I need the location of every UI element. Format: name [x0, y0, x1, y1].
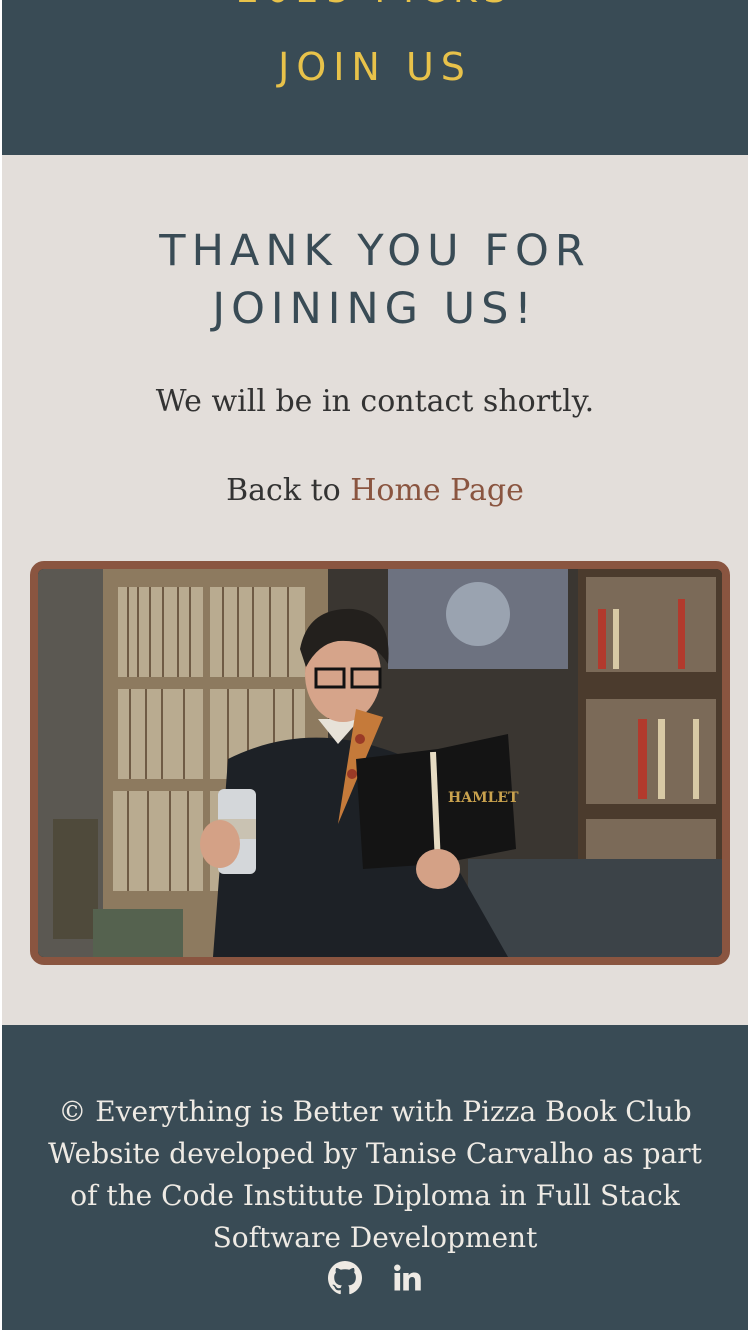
- site-footer: © Everything is Better with Pizza Book C…: [2, 1025, 748, 1330]
- book-title-text: HAMLET: [448, 790, 519, 806]
- nav-link-join-us[interactable]: JOIN US: [2, 45, 748, 89]
- social-links: [2, 1261, 748, 1299]
- github-icon[interactable]: [328, 1261, 363, 1299]
- hero-photo: HAMLET: [30, 561, 730, 965]
- back-prefix: Back to: [226, 473, 351, 508]
- footer-developer-credit: Website developed by Tanise Carvalho as …: [48, 1137, 702, 1254]
- footer-copyright: © Everything is Better with Pizza Book C…: [58, 1095, 692, 1128]
- page: 2023 PICKS JOIN US THANK YOU FOR JOINING…: [2, 0, 748, 1330]
- page-title: THANK YOU FOR JOINING US!: [2, 222, 748, 338]
- contact-message: We will be in contact shortly.: [155, 384, 595, 419]
- title-line-1: THANK YOU FOR: [159, 226, 591, 276]
- site-header: 2023 PICKS JOIN US: [2, 0, 748, 155]
- nav-link-picks[interactable]: 2023 PICKS: [2, 0, 748, 11]
- photo-man-reading-icon: HAMLET: [38, 569, 722, 957]
- linkedin-icon[interactable]: [392, 1263, 422, 1297]
- home-page-link[interactable]: Home Page: [350, 473, 524, 508]
- title-line-2: JOINING US!: [212, 284, 538, 334]
- back-to-home: Back to Home Page: [2, 473, 748, 508]
- footer-credits: © Everything is Better with Pizza Book C…: [32, 1091, 718, 1259]
